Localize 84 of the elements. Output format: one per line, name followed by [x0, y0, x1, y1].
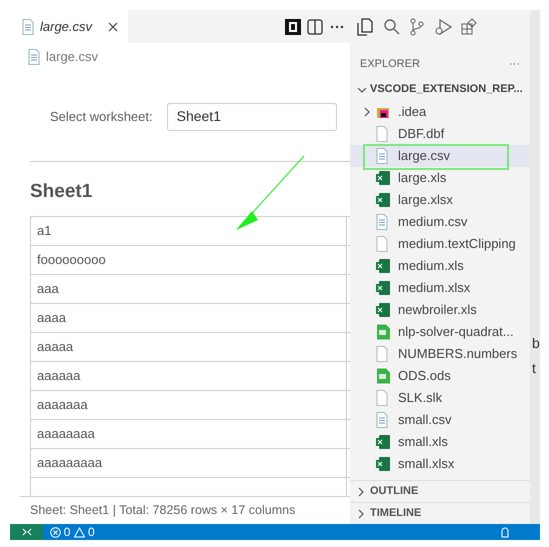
file-name: SLK.slk [398, 388, 442, 407]
file-name: medium.textClipping [398, 234, 516, 253]
remote-icon [22, 528, 32, 536]
table-cell: aaaa [30, 304, 346, 332]
breadcrumb-item[interactable]: large.csv [46, 47, 98, 66]
chevron-icon [356, 486, 366, 498]
error-icon [50, 526, 60, 538]
table-cell: aaaaaaaaa [30, 448, 346, 478]
file-name: medium.csv [398, 212, 468, 231]
file-item[interactable]: medium.textClipping [350, 232, 530, 254]
file-name: NUMBERS.numbers [398, 344, 518, 363]
file-item[interactable]: medium.xls [350, 254, 530, 276]
close-icon[interactable] [108, 22, 118, 32]
file-name: small.xls [398, 432, 448, 451]
file-icon [28, 48, 40, 65]
sheet-title: Sheet1 [30, 180, 94, 204]
chevron-icon [356, 508, 366, 520]
file-item[interactable]: small.xlsx [350, 452, 530, 474]
file-name: .idea [398, 102, 426, 121]
spreadsheet-icon [376, 258, 391, 274]
file-name: medium.xlsx [398, 278, 470, 297]
problems-indicator[interactable]: 0 0 [43, 523, 95, 541]
worksheet-select[interactable]: Sheet1 [166, 102, 337, 130]
run-debug-icon[interactable] [434, 18, 452, 36]
table-cell: fooooooooo [30, 246, 346, 274]
file-item[interactable]: newbroiler.xls [350, 298, 530, 320]
table-cell: aaaaaaa [30, 390, 346, 420]
more-icon[interactable] [330, 24, 344, 28]
file-name: nlp-solver-quadrat... [398, 322, 514, 341]
file-name: large.xlsx [398, 190, 453, 209]
spreadsheet-icon [376, 434, 391, 450]
sidebar-title: EXPLORER [360, 57, 420, 72]
folder-root[interactable]: VSCODE_EXTENSION_REP... [350, 78, 530, 100]
spreadsheet-icon [376, 456, 391, 472]
file-item[interactable]: nlp-solver-quadrat... [350, 320, 530, 342]
warning-icon [74, 526, 85, 538]
spreadsheet-doc-icon [376, 368, 391, 384]
spreadsheet-icon [376, 170, 391, 186]
file-name: DBF.dbf [398, 124, 444, 143]
files-icon[interactable] [356, 18, 374, 36]
file-item[interactable]: medium.xlsx [350, 276, 530, 298]
file-name: newbroiler.xls [398, 300, 477, 319]
editor-tab[interactable]: large.csv [10, 10, 128, 43]
table-cell: aaa [30, 274, 346, 304]
warning-count: 0 [88, 524, 95, 541]
worksheet-label: Select worksheet: [50, 108, 153, 126]
more-actions[interactable]: ··· [509, 56, 520, 72]
file-item[interactable]: .idea [350, 100, 530, 122]
file-name: small.csv [398, 410, 452, 429]
file-name: small.xlsx [398, 454, 454, 473]
remote-button[interactable] [10, 524, 43, 540]
chevron-icon [362, 106, 372, 118]
file-item[interactable]: large.csv [350, 144, 530, 166]
table-cell: aaaaaa [30, 362, 346, 390]
file-item[interactable]: large.xlsx [350, 188, 530, 210]
error-count: 0 [64, 524, 70, 541]
file-item[interactable]: large.xls [350, 166, 530, 188]
bell-icon[interactable] [500, 526, 510, 538]
spreadsheet-icon [376, 302, 391, 318]
spreadsheet-doc-icon [376, 324, 391, 340]
editor-text: b [531, 335, 540, 352]
table-cell: aaaaa [30, 332, 346, 362]
source-control-icon[interactable] [409, 18, 425, 36]
file-name: medium.xls [398, 256, 464, 275]
table-cell: aaaaaaaa [30, 420, 346, 448]
file-item[interactable]: SLK.slk [350, 386, 530, 408]
file-item[interactable]: DBF.dbf [350, 122, 530, 144]
table-cell: a1 [30, 216, 346, 246]
editor-text: t [531, 360, 537, 377]
split-editor-icon[interactable] [307, 18, 323, 34]
file-item[interactable]: small.xls [350, 430, 530, 452]
file-icon [22, 18, 34, 34]
spreadsheet-icon [376, 192, 391, 208]
preview-icon[interactable] [284, 18, 300, 34]
file-item[interactable]: medium.csv [350, 210, 530, 232]
spreadsheet-icon [376, 280, 391, 296]
file-name: large.xls [398, 168, 446, 187]
file-item[interactable]: small.csv [350, 408, 530, 430]
file-item[interactable]: NUMBERS.numbers [350, 342, 530, 364]
file-name: large.csv [398, 146, 450, 165]
file-item[interactable]: ODS.ods [350, 364, 530, 386]
file-name: ODS.ods [398, 366, 451, 385]
extensions-icon[interactable] [461, 18, 478, 35]
search-icon[interactable] [383, 18, 400, 35]
